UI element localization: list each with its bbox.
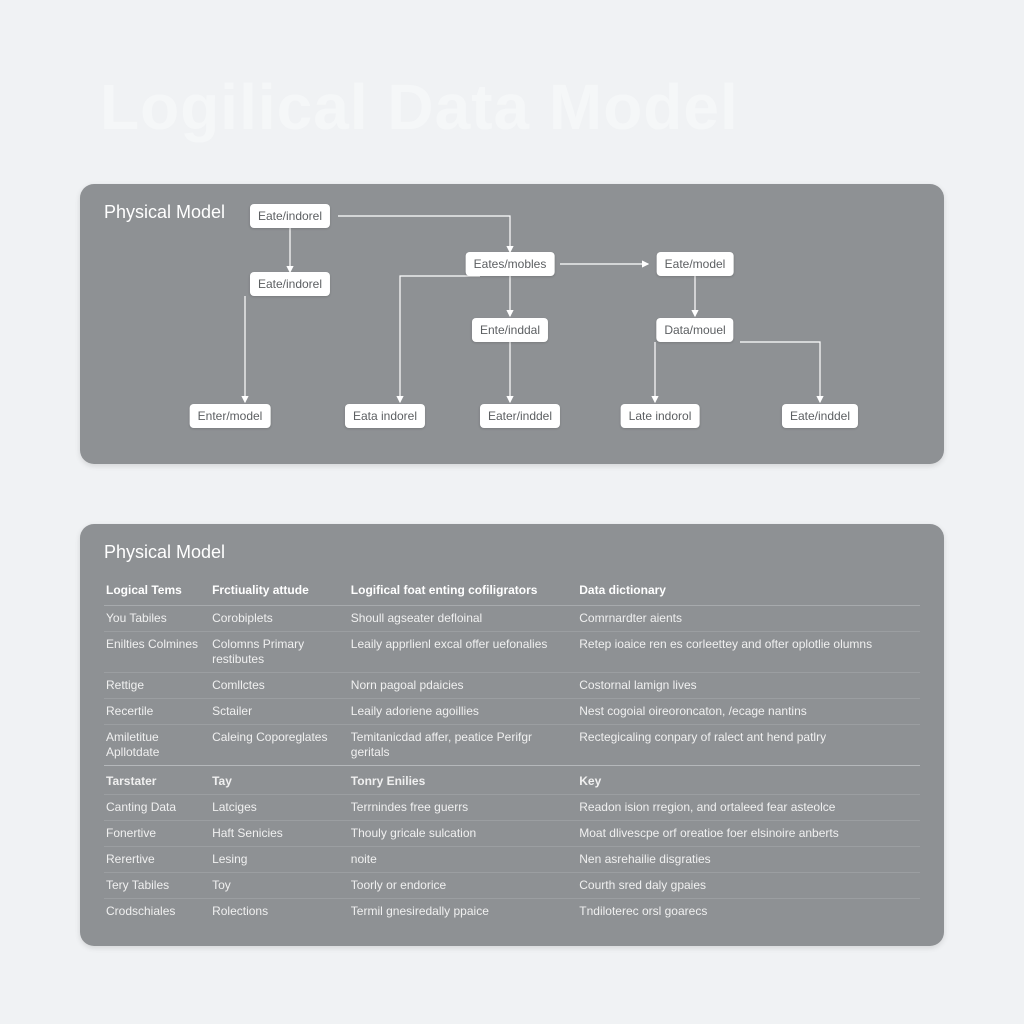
physical-model-table: Logical Tems Frctiuality attude Logifica… xyxy=(104,577,920,924)
table-cell: Temitanicdad affer, peatice Perifgr geri… xyxy=(349,725,577,766)
table-cell: Nen asrehailie disgraties xyxy=(577,847,920,873)
table-cell: Toorly or endorice xyxy=(349,873,577,899)
table-cell: Amiletitue Apllotdate xyxy=(104,725,210,766)
table-cell: Rettige xyxy=(104,673,210,699)
table-row: RecertileSctailerLeaily adoriene agoilli… xyxy=(104,699,920,725)
diagram-node: Eater/inddel xyxy=(480,404,560,428)
table-row: You TabilesCorobipletsShoull agseater de… xyxy=(104,606,920,632)
table-cell: Colomns Primary restibutes xyxy=(210,632,349,673)
table-cell: Enilties Colmines xyxy=(104,632,210,673)
table-cell: Norn pagoal pdaicies xyxy=(349,673,577,699)
table-cell: Nest cogoial oireoroncaton, /ecage nanti… xyxy=(577,699,920,725)
table-cell: Rectegicaling conpary of ralect ant hend… xyxy=(577,725,920,766)
table-panel: Physical Model Logical Tems Frctiuality … xyxy=(80,524,944,946)
diagram-node: Eate/inddel xyxy=(782,404,858,428)
table-cell: Thouly gricale sulcation xyxy=(349,821,577,847)
table-cell: Rerertive xyxy=(104,847,210,873)
table-cell: Courth sred daly gpaies xyxy=(577,873,920,899)
table-cell: Tery Tabiles xyxy=(104,873,210,899)
page-title: Logilical Data Model xyxy=(100,70,964,144)
table-panel-title: Physical Model xyxy=(104,542,920,563)
diagram-node: Eate/model xyxy=(657,252,734,276)
diagram-panel: Physical Model xyxy=(80,184,944,464)
diagram-node: Eate/indorel xyxy=(250,272,330,296)
table-row: Canting DataLatcigesTerrnindes free guer… xyxy=(104,795,920,821)
table-cell: Moat dlivescpe orf oreatioe foer elsinoi… xyxy=(577,821,920,847)
table-cell: Recertile xyxy=(104,699,210,725)
diagram-node: Eate/indorel xyxy=(250,204,330,228)
diagram-node: Eata indorel xyxy=(345,404,425,428)
table-cell: Toy xyxy=(210,873,349,899)
table-row: FonertiveHaft SeniciesThouly gricale sul… xyxy=(104,821,920,847)
table-header: Logifical foat enting cofiligrators xyxy=(349,577,577,606)
table-cell: You Tabiles xyxy=(104,606,210,632)
table-cell: Fonertive xyxy=(104,821,210,847)
table-cell: Caleing Coporeglates xyxy=(210,725,349,766)
diagram-node: Eates/mobles xyxy=(466,252,555,276)
table-row: RerertiveLesingnoiteNen asrehailie disgr… xyxy=(104,847,920,873)
table-row: CrodschialesRolectionsTermil gnesiredall… xyxy=(104,899,920,925)
table-row: Enilties ColminesColomns Primary restibu… xyxy=(104,632,920,673)
table-cell: Terrnindes free guerrs xyxy=(349,795,577,821)
table-cell: Retep ioaice ren es corleettey and ofter… xyxy=(577,632,920,673)
table-cell: Tonry Enilies xyxy=(349,766,577,795)
diagram-panel-title: Physical Model xyxy=(104,202,225,223)
table-cell: Latciges xyxy=(210,795,349,821)
diagram-node: Enter/model xyxy=(190,404,271,428)
table-cell: Lesing xyxy=(210,847,349,873)
table-cell: Comllctes xyxy=(210,673,349,699)
table-cell: Termil gnesiredally ppaice xyxy=(349,899,577,925)
table-cell: Canting Data xyxy=(104,795,210,821)
table-header: Logical Tems xyxy=(104,577,210,606)
table-cell: Leaily apprlienl excal offer uefonalies xyxy=(349,632,577,673)
table-cell: Crodschiales xyxy=(104,899,210,925)
table-cell: Tndiloterec orsl goarecs xyxy=(577,899,920,925)
table-row: RettigeComllctesNorn pagoal pdaiciesCost… xyxy=(104,673,920,699)
table-header: Frctiuality attude xyxy=(210,577,349,606)
table-cell: Tay xyxy=(210,766,349,795)
table-cell: Costornal lamign lives xyxy=(577,673,920,699)
table-row: Tery TabilesToyToorly or endoriceCourth … xyxy=(104,873,920,899)
table-row: TarstaterTayTonry EniliesKey xyxy=(104,766,920,795)
diagram-node: Late indorol xyxy=(621,404,700,428)
table-cell: Leaily adoriene agoillies xyxy=(349,699,577,725)
table-cell: Shoull agseater defloinal xyxy=(349,606,577,632)
diagram-node: Ente/inddal xyxy=(472,318,548,342)
table-cell: Sctailer xyxy=(210,699,349,725)
table-cell: Readon ision rregion, and ortaleed fear … xyxy=(577,795,920,821)
table-cell: Comrnardter aients xyxy=(577,606,920,632)
diagram-node: Data/mouel xyxy=(656,318,733,342)
table-row: Amiletitue ApllotdateCaleing Coporeglate… xyxy=(104,725,920,766)
table-cell: Key xyxy=(577,766,920,795)
table-cell: Rolections xyxy=(210,899,349,925)
table-cell: Haft Senicies xyxy=(210,821,349,847)
table-cell: Tarstater xyxy=(104,766,210,795)
table-header: Data dictionary xyxy=(577,577,920,606)
table-cell: noite xyxy=(349,847,577,873)
table-cell: Corobiplets xyxy=(210,606,349,632)
table-header-row: Logical Tems Frctiuality attude Logifica… xyxy=(104,577,920,606)
